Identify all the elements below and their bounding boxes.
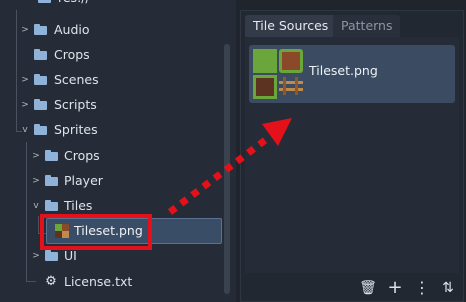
tree-item-label: Crops [64, 148, 100, 163]
tileset-toolbar: 🗑 + ⋮ ⇅ [241, 275, 463, 301]
chevron-right-icon[interactable]: > [20, 18, 30, 42]
more-options-icon[interactable]: ⋮ [413, 278, 431, 298]
tree-item-label: Sprites [54, 122, 98, 137]
folder-icon [45, 150, 58, 161]
tree-item-label: Player [64, 173, 103, 188]
chevron-right-icon[interactable]: > [20, 93, 30, 117]
license-file-icon: ⚙ [45, 274, 57, 289]
sort-icon[interactable]: ⇅ [439, 278, 457, 298]
chevron-right-icon[interactable]: > [20, 68, 30, 92]
tree-item-scripts[interactable]: > Scripts [0, 93, 220, 117]
folder-icon [34, 99, 47, 110]
tileset-panel: Tile Sources Patterns Tileset.png 🗑 + ⋮ … [240, 10, 464, 302]
tile-sources-list: Tileset.png [245, 37, 459, 273]
trash-icon[interactable]: 🗑 [359, 278, 377, 298]
tree-item-license[interactable]: ⚙ License.txt [0, 270, 220, 294]
folder-icon [34, 124, 47, 135]
folder-icon [45, 175, 58, 186]
tree-item-label: Scripts [54, 97, 97, 112]
editor-root: res:// > Audio Crops > Scenes > S [0, 0, 466, 302]
filesystem-dock: res:// > Audio Crops > Scenes > S [0, 0, 236, 302]
chevron-right-icon[interactable]: > [31, 169, 41, 193]
tile-source-item[interactable]: Tileset.png [249, 45, 455, 103]
tree-item-audio[interactable]: > Audio [0, 18, 220, 42]
folder-icon [34, 49, 47, 60]
chevron-right-icon[interactable]: > [31, 144, 41, 168]
tree-root-label: res:// [58, 0, 90, 10]
tree-scrollbar[interactable] [224, 44, 230, 294]
folder-icon [38, 0, 51, 3]
folder-icon [45, 200, 58, 211]
tree-item-scenes[interactable]: > Scenes [0, 68, 220, 92]
annotation-highlight-box [40, 214, 152, 250]
tree-root-row[interactable]: res:// [24, 0, 224, 10]
tree-item-label: Audio [54, 22, 90, 37]
tree-item-label: License.txt [64, 274, 133, 289]
tab-tile-sources[interactable]: Tile Sources [245, 15, 337, 37]
tree-item-crops[interactable]: Crops [0, 43, 220, 67]
chevron-down-icon[interactable]: v [20, 118, 30, 142]
tile-source-label: Tileset.png [309, 63, 378, 78]
folder-icon [45, 250, 58, 261]
tree-item-sprites-crops[interactable]: > Crops [0, 144, 220, 168]
folder-icon [34, 24, 47, 35]
folder-icon [34, 74, 47, 85]
tree-item-label: Crops [54, 47, 90, 62]
tree-item-label: Scenes [54, 72, 99, 87]
tab-patterns[interactable]: Patterns [333, 15, 401, 37]
tree-item-sprites[interactable]: v Sprites [0, 118, 220, 142]
tileset-thumbnail [253, 49, 303, 99]
tree-item-player[interactable]: > Player [0, 169, 220, 193]
add-icon[interactable]: + [386, 278, 404, 298]
